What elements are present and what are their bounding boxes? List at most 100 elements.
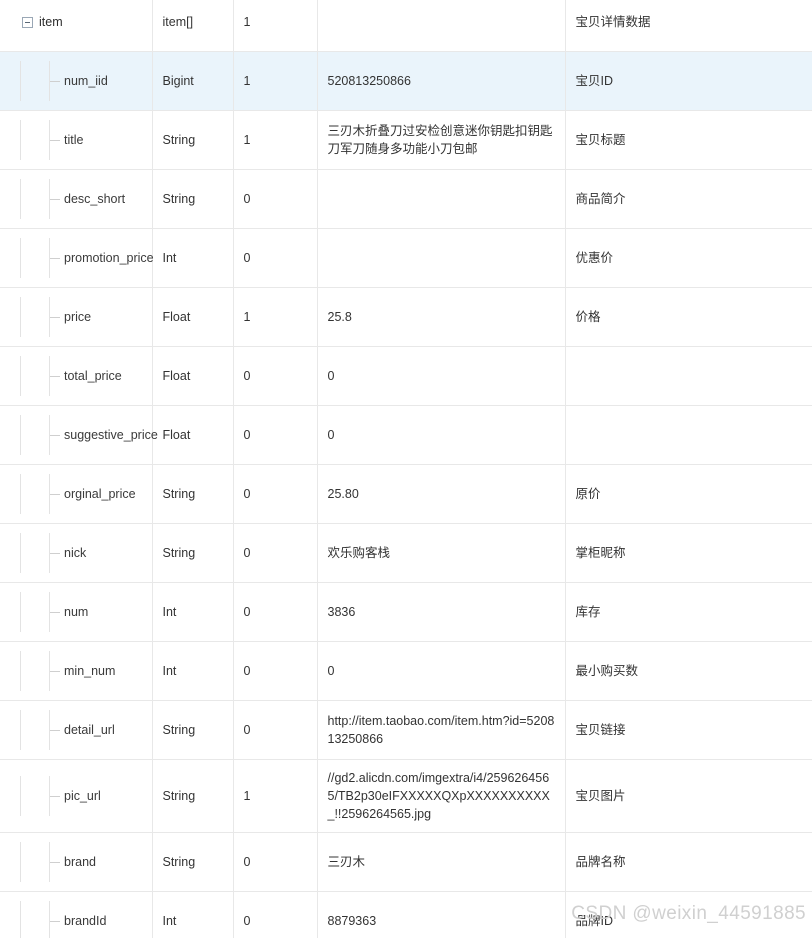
field-description-cell: 最小购买数 bbox=[565, 641, 812, 701]
table-row[interactable]: min_num Int 0 0 最小购买数 bbox=[0, 641, 812, 701]
field-required-cell: 0 bbox=[233, 169, 318, 229]
table-row[interactable]: suggestive_price Float 0 0 bbox=[0, 405, 812, 465]
field-name-cell: price bbox=[0, 287, 153, 347]
field-type-cell: String bbox=[152, 700, 234, 760]
field-required-cell: 0 bbox=[233, 582, 318, 642]
tree-rail bbox=[10, 592, 21, 632]
field-required-cell: 0 bbox=[233, 700, 318, 760]
field-name-label: orginal_price bbox=[64, 487, 136, 501]
field-description-cell: 原价 bbox=[565, 464, 812, 524]
field-description-cell: 宝贝图片 bbox=[565, 759, 812, 833]
field-name-cell: pic_url bbox=[0, 759, 153, 833]
tree-rail bbox=[10, 533, 21, 573]
field-name-label: num_iid bbox=[64, 74, 108, 88]
field-description-cell: 优惠价 bbox=[565, 228, 812, 288]
tree-connector-icon bbox=[50, 257, 60, 259]
table-row[interactable]: num Int 0 3836 库存 bbox=[0, 582, 812, 642]
field-name-label: total_price bbox=[64, 369, 122, 383]
table-row[interactable]: brandId Int 0 8879363 品牌ID bbox=[0, 891, 812, 938]
tree-connector-icon bbox=[50, 861, 60, 863]
field-name-label: num bbox=[64, 605, 89, 619]
field-required-cell: 1 bbox=[233, 759, 318, 833]
field-name-label: brandId bbox=[64, 914, 107, 928]
field-name-label: suggestive_price bbox=[64, 428, 158, 442]
field-name-label: pic_url bbox=[64, 789, 101, 803]
field-value-cell: 0 bbox=[317, 346, 566, 406]
tree-rail bbox=[10, 474, 21, 514]
tree-rail-child bbox=[21, 474, 50, 514]
table-row[interactable]: num_iid Bigint 1 520813250866 宝贝ID bbox=[0, 51, 812, 111]
tree-connector-icon bbox=[50, 493, 60, 495]
field-type-cell: Bigint bbox=[152, 51, 234, 111]
tree-rail-child bbox=[21, 179, 50, 219]
field-value-cell: 25.80 bbox=[317, 464, 566, 524]
table-body: item item[] 1 宝贝详情数据 num_iid Bigint 1 520813250… bbox=[0, 0, 812, 938]
field-value-cell: 0 bbox=[317, 641, 566, 701]
tree-rail-child bbox=[21, 297, 50, 337]
table-row[interactable]: desc_short String 0 商品简介 bbox=[0, 169, 812, 229]
table-row[interactable]: pic_url String 1//gd2.alicdn.com/imgextra/… bbox=[0, 759, 812, 833]
tree-rail-child bbox=[21, 651, 50, 691]
field-name-cell: min_num bbox=[0, 641, 153, 701]
minus-square-icon[interactable] bbox=[22, 16, 33, 28]
table-row[interactable]: orginal_price String 0 25.80 原价 bbox=[0, 464, 812, 524]
field-name-cell: item bbox=[0, 0, 153, 52]
tree-connector-icon bbox=[50, 198, 60, 200]
field-name-label: desc_short bbox=[64, 192, 126, 206]
tree-rail-child bbox=[21, 415, 50, 455]
tree-rail bbox=[10, 2, 20, 42]
table-row[interactable]: title String 1 三刃木折叠刀过安检创意迷你钥匙扣钥匙刀军刀随身多功能小刀… bbox=[0, 110, 812, 170]
field-name-cell: num bbox=[0, 582, 153, 642]
field-value-cell bbox=[317, 0, 566, 52]
tree-connector-icon bbox=[50, 729, 60, 731]
tree-rail bbox=[10, 842, 21, 882]
field-value-cell: 三刃木折叠刀过安检创意迷你钥匙扣钥匙刀军刀随身多功能小刀包邮 bbox=[317, 110, 566, 170]
table-row[interactable]: price Float 1 25.8 价格 bbox=[0, 287, 812, 347]
table-row[interactable]: nick String 0 欢乐购客栈 掌柜昵称 bbox=[0, 523, 812, 583]
field-required-cell: 1 bbox=[233, 287, 318, 347]
field-value-cell: 0 bbox=[317, 405, 566, 465]
table-row[interactable]: detail_url String 0 http://item.taobao.com/… bbox=[0, 700, 812, 760]
field-value-cell: //gd2.alicdn.com/imgextra/i4/2596264565/… bbox=[317, 759, 566, 833]
field-name-cell: desc_short bbox=[0, 169, 153, 229]
table-row[interactable]: total_price Float 0 0 bbox=[0, 346, 812, 406]
tree-rail-child bbox=[21, 533, 50, 573]
field-description-cell: 品牌名称 bbox=[565, 832, 812, 892]
field-required-cell: 0 bbox=[233, 464, 318, 524]
tree-rail bbox=[10, 710, 21, 750]
field-name-label: nick bbox=[64, 546, 87, 560]
field-value-cell: http://item.taobao.com/item.htm?id=52081… bbox=[317, 700, 566, 760]
tree-rail-child bbox=[21, 776, 50, 816]
field-value-cell: 3836 bbox=[317, 582, 566, 642]
tree-rail bbox=[10, 776, 21, 816]
tree-connector-icon bbox=[50, 670, 60, 672]
field-name-label: promotion_price bbox=[64, 251, 154, 265]
field-required-cell: 0 bbox=[233, 405, 318, 465]
field-value-cell bbox=[317, 228, 566, 288]
tree-connector-icon bbox=[50, 795, 60, 797]
tree-connector-icon bbox=[50, 434, 60, 436]
field-required-cell: 1 bbox=[233, 0, 318, 52]
field-type-cell: String bbox=[152, 832, 234, 892]
table-row[interactable]: brand String 0 三刃木 品牌名称 bbox=[0, 832, 812, 892]
field-value-cell: 8879363 bbox=[317, 891, 566, 938]
field-type-cell: Int bbox=[152, 228, 234, 288]
field-type-cell: Float bbox=[152, 346, 234, 406]
field-value-cell: 520813250866 bbox=[317, 51, 566, 111]
field-name-label: brand bbox=[64, 855, 96, 869]
tree-rail bbox=[10, 651, 21, 691]
field-description-cell: 宝贝ID bbox=[565, 51, 812, 111]
field-name-label: detail_url bbox=[64, 723, 115, 737]
tree-rail-child bbox=[21, 356, 50, 396]
field-description-cell: 宝贝链接 bbox=[565, 700, 812, 760]
table-row[interactable]: promotion_price Int 0 优惠价 bbox=[0, 228, 812, 288]
field-description-cell: 商品简介 bbox=[565, 169, 812, 229]
field-type-cell: String bbox=[152, 110, 234, 170]
field-type-cell: String bbox=[152, 759, 234, 833]
tree-rail-child bbox=[21, 61, 50, 101]
table-row-root[interactable]: item item[] 1 宝贝详情数据 bbox=[0, 0, 812, 52]
field-name-label: item bbox=[39, 15, 63, 29]
field-required-cell: 0 bbox=[233, 346, 318, 406]
field-name-cell: num_iid bbox=[0, 51, 153, 111]
tree-connector-icon bbox=[50, 611, 60, 613]
